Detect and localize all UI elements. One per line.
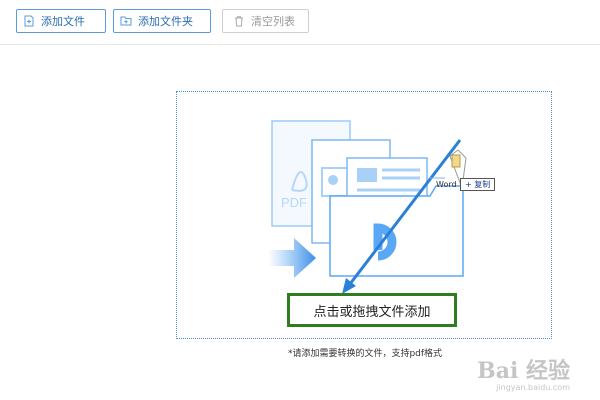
watermark: Bai 经验 jingyan.baidu.com <box>477 353 570 392</box>
add-files-cta[interactable]: 点击或拖拽文件添加 <box>287 293 457 327</box>
toolbar: 添加文件 添加文件夹 清空列表 <box>0 0 600 45</box>
clear-list-label: 清空列表 <box>251 15 295 28</box>
add-folder-button[interactable]: 添加文件夹 <box>113 9 211 33</box>
watermark-logo-text: Bai 经验 <box>477 358 570 384</box>
add-folder-label: 添加文件夹 <box>138 15 193 28</box>
add-file-button[interactable]: 添加文件 <box>16 9 106 33</box>
format-hint-text: *请添加需要转换的文件，支持pdf格式 <box>287 349 443 359</box>
trash-icon <box>235 16 243 27</box>
word-label: Word <box>436 180 457 189</box>
folder-plus-icon <box>120 16 132 26</box>
clear-list-button[interactable]: 清空列表 <box>222 9 309 33</box>
add-file-label: 添加文件 <box>41 15 85 28</box>
copy-badge: + 复制 <box>460 178 496 191</box>
add-files-cta-label: 点击或拖拽文件添加 <box>313 304 431 320</box>
file-plus-icon <box>24 15 34 27</box>
